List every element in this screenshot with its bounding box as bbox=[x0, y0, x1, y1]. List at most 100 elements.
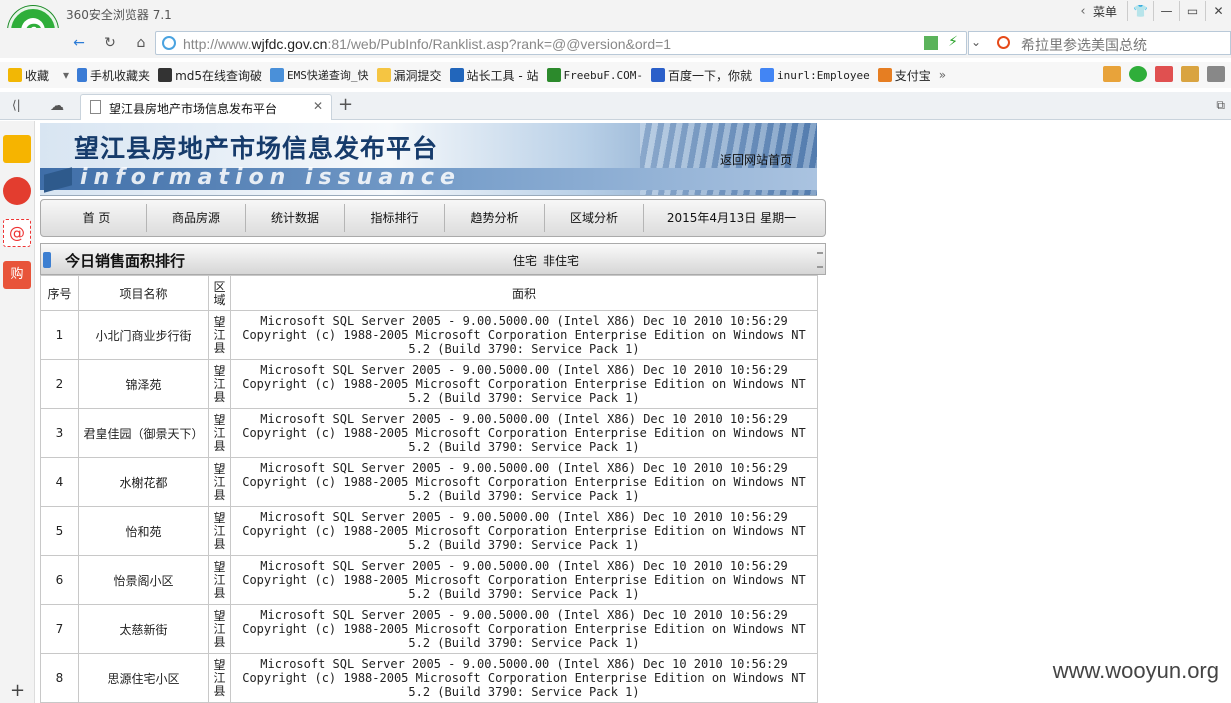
skin-icon[interactable]: 👕 bbox=[1127, 1, 1153, 21]
home-link[interactable]: 返回网站首页 bbox=[720, 151, 792, 168]
table-row: 1 小北门商业步行街 望江县 Microsoft SQL Server 2005 - … bbox=[40, 310, 818, 360]
lightning-icon[interactable]: ⚡ bbox=[948, 34, 958, 50]
new-tab-button[interactable]: + bbox=[338, 96, 353, 114]
globe-icon bbox=[162, 36, 176, 50]
search-input[interactable]: ⌄ 希拉里参选美国总统 bbox=[968, 31, 1231, 55]
row-project-name[interactable]: 君皇佳园（御景天下） bbox=[78, 408, 209, 458]
site-subtitle: information issuance bbox=[80, 165, 461, 190]
bookmark-alipay[interactable]: 支付宝 bbox=[877, 67, 931, 84]
table-row: 5 怡和苑 望江县 Microsoft SQL Server 2005 - 9.00.… bbox=[40, 506, 818, 556]
url-text[interactable]: http://www.wjfdc.gov.cn:81/web/PubInfo/R… bbox=[183, 36, 671, 52]
address-bar: ← ↻ ⌂ http://www.wjfdc.gov.cn:81/web/Pub… bbox=[0, 28, 1231, 58]
col-index: 序号 bbox=[40, 275, 79, 311]
filter-nonresidential[interactable]: 非住宅 bbox=[543, 254, 579, 268]
close-icon[interactable]: ✕ bbox=[313, 99, 323, 113]
table-row: 4 水榭花都 望江县 Microsoft SQL Server 2005 - 9.00… bbox=[40, 457, 818, 507]
row-region: 望江县 bbox=[208, 506, 231, 556]
restore-tabs-icon[interactable]: ⧉ bbox=[1216, 98, 1225, 113]
row-project-name[interactable]: 思源住宅小区 bbox=[78, 653, 209, 703]
filter-residential[interactable]: 住宅 bbox=[513, 254, 537, 268]
nav-home[interactable]: 首 页 bbox=[47, 204, 147, 232]
translate-icon[interactable] bbox=[1155, 66, 1173, 82]
mail-icon[interactable]: @ bbox=[3, 219, 31, 247]
shield-icon[interactable] bbox=[1129, 66, 1147, 82]
grid-icon bbox=[158, 68, 173, 82]
row-index: 1 bbox=[40, 310, 79, 360]
tab-list-icon[interactable]: ⟨| bbox=[12, 98, 21, 112]
menu-button[interactable]: 菜单 bbox=[1093, 3, 1127, 20]
close-button[interactable]: ✕ bbox=[1205, 1, 1231, 21]
back-arrow-icon[interactable]: ← bbox=[70, 34, 88, 52]
home-icon[interactable]: ⌂ bbox=[132, 34, 150, 52]
bookmark-freebuf[interactable]: FreebuF.COM- bbox=[546, 68, 643, 82]
favorites-star-icon[interactable] bbox=[3, 135, 31, 163]
chevron-down-icon[interactable]: ⌄ bbox=[971, 35, 981, 49]
bookmark-mobile[interactable]: 手机收藏夹 bbox=[77, 67, 150, 84]
table-row: 8 思源住宅小区 望江县 Microsoft SQL Server 2005 - 9.… bbox=[40, 653, 818, 703]
screenshot-icon[interactable] bbox=[1207, 66, 1225, 82]
row-project-name[interactable]: 太慈新街 bbox=[78, 604, 209, 654]
url-input[interactable]: http://www.wjfdc.gov.cn:81/web/PubInfo/R… bbox=[155, 31, 967, 55]
nav-rankings[interactable]: 指标排行 bbox=[345, 204, 445, 232]
site-nav: 首 页 商品房源 统计数据 指标排行 趋势分析 区域分析 2015年4月13日 … bbox=[40, 199, 826, 237]
nav-listings[interactable]: 商品房源 bbox=[147, 204, 246, 232]
row-project-name[interactable]: 锦泽苑 bbox=[78, 359, 209, 409]
row-region: 望江县 bbox=[208, 408, 231, 458]
table-header-row: 序号 项目名称 区域 面积 bbox=[40, 275, 818, 311]
bookmark-baidu[interactable]: 百度一下，你就 bbox=[650, 67, 752, 84]
row-region: 望江县 bbox=[208, 310, 231, 360]
minimize-button[interactable]: — bbox=[1153, 1, 1179, 21]
web-page: 望江县房地产市场信息发布平台 information issuance 返回网站… bbox=[40, 123, 826, 703]
game-icon[interactable] bbox=[1181, 66, 1199, 82]
refresh-icon[interactable]: ↻ bbox=[101, 34, 119, 52]
bookmark-google[interactable]: inurl:Employee bbox=[760, 68, 870, 82]
search-text[interactable]: 希拉里参选美国总统 bbox=[1021, 35, 1147, 55]
row-index: 6 bbox=[40, 555, 79, 605]
filter-options: 住宅 非住宅 bbox=[513, 252, 585, 269]
tab-bar: ⟨| ☁ 望江县房地产市场信息发布平台 ✕ + ⧉ bbox=[0, 92, 1231, 120]
app-title: 360安全浏览器 7.1 bbox=[66, 8, 172, 22]
row-index: 8 bbox=[40, 653, 79, 703]
bookmark-webmaster[interactable]: 站长工具 - 站 bbox=[449, 67, 539, 84]
site-banner: 望江县房地产市场信息发布平台 information issuance 返回网站… bbox=[40, 123, 817, 196]
row-project-name[interactable]: 小北门商业步行街 bbox=[78, 310, 209, 360]
row-index: 2 bbox=[40, 359, 79, 409]
row-area: Microsoft SQL Server 2005 - 9.00.5000.00… bbox=[230, 604, 818, 654]
row-project-name[interactable]: 水榭花都 bbox=[78, 457, 209, 507]
search-icon[interactable] bbox=[997, 36, 1010, 49]
bookmark-more[interactable]: » bbox=[939, 68, 946, 82]
section-title: 今日销售面积排行 bbox=[65, 252, 186, 270]
tab-title: 望江县房地产市场信息发布平台 bbox=[109, 102, 278, 116]
shopping-icon[interactable]: 购 bbox=[3, 261, 31, 289]
row-index: 5 bbox=[40, 506, 79, 556]
row-area: Microsoft SQL Server 2005 - 9.00.5000.00… bbox=[230, 555, 818, 605]
bookmark-ems[interactable]: EMS快递查询_快 bbox=[270, 67, 369, 83]
apps-icon[interactable] bbox=[1103, 66, 1121, 82]
tab-active[interactable]: 望江县房地产市场信息发布平台 ✕ bbox=[80, 94, 332, 120]
row-project-name[interactable]: 怡景阁小区 bbox=[78, 555, 209, 605]
chevron-down-icon[interactable]: ▾ bbox=[63, 68, 69, 82]
nav-trends[interactable]: 趋势分析 bbox=[445, 204, 545, 232]
bookmark-favorites[interactable]: 收藏 ▾ bbox=[8, 67, 69, 84]
qrcode-icon[interactable] bbox=[924, 36, 938, 50]
col-project-name: 项目名称 bbox=[78, 275, 209, 311]
nav-date: 2015年4月13日 星期一 bbox=[666, 211, 797, 225]
ems-icon bbox=[270, 68, 285, 82]
row-region: 望江县 bbox=[208, 604, 231, 654]
section-marker bbox=[43, 252, 51, 268]
chevron-left-icon[interactable]: ‹ bbox=[1073, 4, 1093, 19]
table-row: 6 怡景阁小区 望江县 Microsoft SQL Server 2005 - 9.0… bbox=[40, 555, 818, 605]
cloud-icon[interactable]: ☁ bbox=[50, 98, 64, 114]
row-project-name[interactable]: 怡和苑 bbox=[78, 506, 209, 556]
toolbar-extensions bbox=[1095, 66, 1225, 82]
maximize-button[interactable]: ▭ bbox=[1179, 1, 1205, 21]
row-area: Microsoft SQL Server 2005 - 9.00.5000.00… bbox=[230, 359, 818, 409]
bookmark-vuln[interactable]: 漏洞提交 bbox=[376, 67, 442, 84]
row-area: Microsoft SQL Server 2005 - 9.00.5000.00… bbox=[230, 310, 818, 360]
bookmark-md5[interactable]: md5在线查询破 bbox=[158, 67, 262, 84]
row-index: 4 bbox=[40, 457, 79, 507]
nav-regions[interactable]: 区域分析 bbox=[545, 204, 644, 232]
add-sidebar-icon[interactable]: + bbox=[10, 680, 25, 701]
weibo-icon[interactable] bbox=[3, 177, 31, 205]
nav-statistics[interactable]: 统计数据 bbox=[246, 204, 345, 232]
